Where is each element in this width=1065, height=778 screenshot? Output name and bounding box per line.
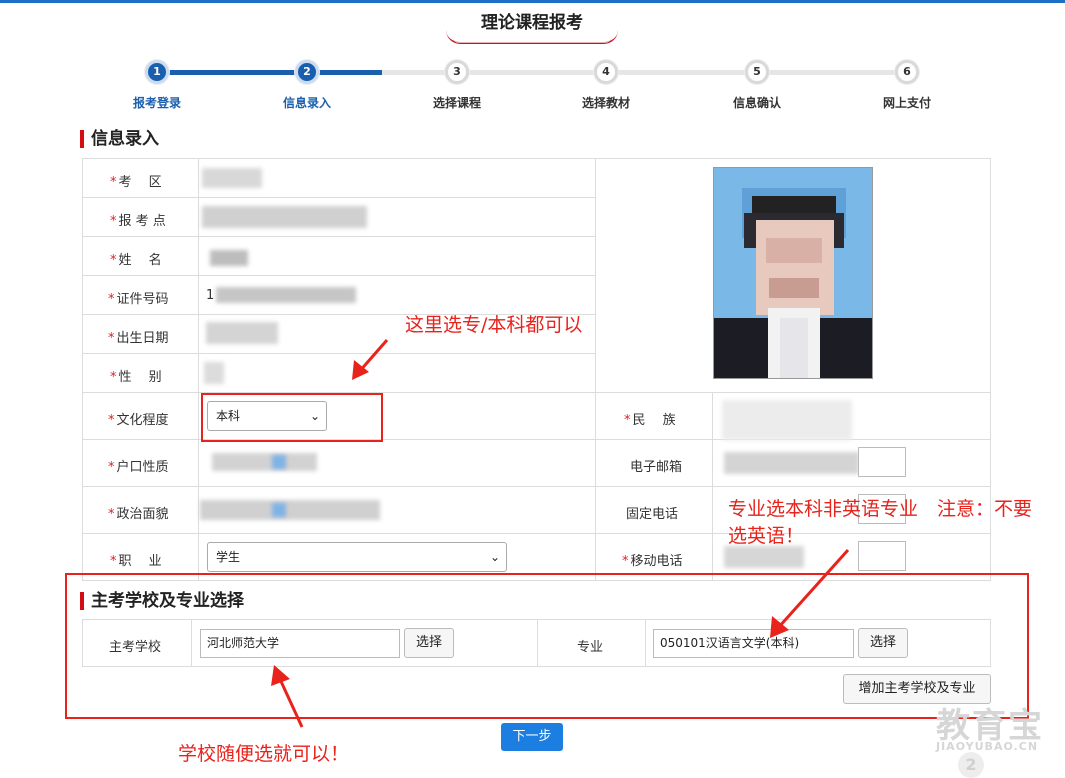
annotation-arrows [271,339,850,728]
arrow-education [357,339,389,373]
watermark-url: JIAOYUBAO.CN [936,740,1039,753]
arrow-school [277,676,304,728]
watermark-page-number: 2 [958,752,984,778]
arrow-major [776,548,850,630]
